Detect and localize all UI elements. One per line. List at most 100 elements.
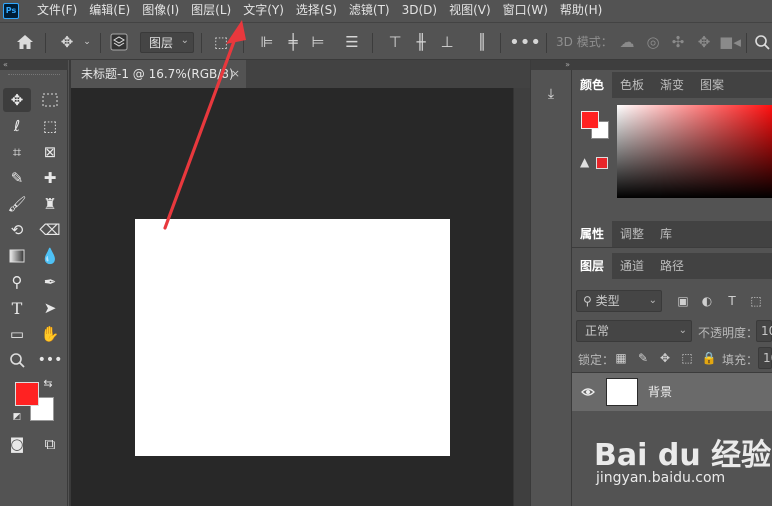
menu-window[interactable]: 窗口(W) <box>497 0 554 21</box>
move-tool-icon[interactable]: ✥ <box>55 23 79 61</box>
3d-slide-icon[interactable]: ✥ <box>693 23 715 61</box>
menu-3d[interactable]: 3D(D) <box>396 0 443 21</box>
move-tool-icon[interactable]: ✥ <box>3 88 31 112</box>
tab-libraries[interactable]: 库 <box>652 221 680 247</box>
lock-image-pixels-icon[interactable]: ✎ <box>634 349 652 367</box>
pen-tool-icon[interactable]: ✒ <box>36 270 64 294</box>
lasso-tool-icon[interactable]: ℓ <box>3 114 31 138</box>
layer-name[interactable]: 背景 <box>648 373 672 411</box>
align-top-icon[interactable]: ⊤ <box>385 23 405 61</box>
screen-mode-icon[interactable]: ⧉ <box>36 432 64 456</box>
document-tab[interactable]: 未标题-1 @ 16.7%(RGB/8) × <box>71 60 246 88</box>
align-horizontal-center-icon[interactable]: ╪ <box>283 23 303 61</box>
filter-shape-icon[interactable]: ⬚ <box>746 290 766 312</box>
menu-select[interactable]: 选择(S) <box>290 0 343 21</box>
filter-pixel-icon[interactable]: ▣ <box>673 290 693 312</box>
canvas-workspace[interactable] <box>71 88 513 506</box>
object-selection-icon[interactable]: ⬚ <box>36 114 64 138</box>
chevron-down-icon[interactable]: ⌄ <box>80 23 94 61</box>
vertical-scrollbar[interactable] <box>513 88 530 506</box>
tab-patterns[interactable]: 图案 <box>692 72 732 98</box>
clone-stamp-icon[interactable]: ♜ <box>36 192 64 216</box>
lock-artboard-icon[interactable]: ⬚ <box>678 349 696 367</box>
distribute-horizontal-icon[interactable]: ║ <box>472 23 492 61</box>
menu-edit[interactable]: 编辑(E) <box>83 0 136 21</box>
eraser-tool-icon[interactable]: ⌫ <box>36 218 64 242</box>
history-brush-icon[interactable]: ⟲ <box>3 218 31 242</box>
gradient-tool-icon[interactable] <box>3 244 31 268</box>
path-selection-icon[interactable]: ➤ <box>36 296 64 320</box>
gamut-correction-swatch[interactable] <box>596 157 608 169</box>
3d-orbit-icon[interactable]: ☁ <box>616 23 638 61</box>
3d-mode-label: 3D 模式： <box>556 35 613 49</box>
layer-filter-dropdown[interactable]: ⚲ 类型 ⌄ <box>576 290 662 312</box>
tab-swatches[interactable]: 色板 <box>612 72 652 98</box>
tab-gradients[interactable]: 渐变 <box>652 72 692 98</box>
hand-tool-icon[interactable]: ✋ <box>36 322 64 346</box>
foreground-color-swatch[interactable] <box>15 382 39 406</box>
auto-select-layers-icon[interactable] <box>107 23 131 61</box>
menu-type[interactable]: 文字(Y) <box>237 0 290 21</box>
healing-brush-icon[interactable]: ✚ <box>36 166 64 190</box>
menu-help[interactable]: 帮助(H) <box>554 0 608 21</box>
baidu-jingyan-watermark: Bai du 经验 jingyan.baidu.com <box>590 430 772 500</box>
3d-camera-icon[interactable]: ■◂ <box>719 23 741 61</box>
3d-pan-icon[interactable]: ✣ <box>667 23 689 61</box>
brush-tool-icon[interactable]: 🖌 <box>3 192 31 216</box>
menu-file[interactable]: 文件(F) <box>31 0 83 21</box>
align-right-icon[interactable]: ⊨ <box>308 23 328 61</box>
align-vertical-center-icon[interactable]: ╫ <box>411 23 431 61</box>
menu-view[interactable]: 视图(V) <box>443 0 497 21</box>
type-tool-icon[interactable]: T <box>3 296 31 320</box>
menu-image[interactable]: 图像(I) <box>136 0 185 21</box>
eyedropper-icon[interactable]: ✎ <box>3 166 31 190</box>
tab-layers[interactable]: 图层 <box>572 253 613 279</box>
tab-paths[interactable]: 路径 <box>652 253 692 279</box>
eye-icon[interactable] <box>577 373 599 411</box>
panel-foreground-color[interactable] <box>581 111 599 129</box>
tab-channels[interactable]: 通道 <box>612 253 652 279</box>
edit-toolbar-icon[interactable]: ••• <box>36 348 64 372</box>
quick-mask-icon[interactable]: ◙ <box>3 432 31 456</box>
align-left-icon[interactable]: ⊫ <box>257 23 277 61</box>
menu-filter[interactable]: 滤镜(T) <box>343 0 396 21</box>
tab-color[interactable]: 颜色 <box>572 72 613 98</box>
zoom-tool-icon[interactable] <box>3 348 31 372</box>
tab-properties[interactable]: 属性 <box>572 221 613 247</box>
collapse-dock-icon[interactable]: » <box>531 60 573 70</box>
color-spectrum-field[interactable] <box>617 105 772 198</box>
3d-roll-icon[interactable]: ◎ <box>642 23 664 61</box>
fill-input[interactable]: 10 <box>758 347 772 369</box>
filter-type-icon[interactable]: T <box>722 290 742 312</box>
close-icon[interactable]: × <box>231 60 240 88</box>
collapse-toolbar-icon[interactable]: « <box>0 60 68 70</box>
tab-adjustments[interactable]: 调整 <box>612 221 652 247</box>
home-icon[interactable] <box>12 23 38 61</box>
more-options-icon[interactable]: ••• <box>509 23 541 61</box>
menu-layer[interactable]: 图层(L) <box>185 0 237 21</box>
align-bottom-icon[interactable]: ⊥ <box>437 23 457 61</box>
crop-tool-icon[interactable]: ⌗ <box>3 140 31 164</box>
history-panel-icon[interactable]: ⤓ <box>539 82 563 106</box>
dodge-tool-icon[interactable]: ⚲ <box>3 270 31 294</box>
auto-select-dropdown[interactable]: 图层 ⌄ <box>140 32 194 53</box>
swap-colors-icon[interactable]: ⇆ <box>40 376 56 390</box>
search-icon[interactable] <box>752 23 772 61</box>
frame-tool-icon[interactable]: ⊠ <box>36 140 64 164</box>
blend-mode-dropdown[interactable]: 正常 ⌄ <box>576 320 692 342</box>
blur-tool-icon[interactable]: 💧 <box>36 244 64 268</box>
transform-controls-icon[interactable]: ⬚ <box>210 23 232 61</box>
layer-row[interactable]: 背景 <box>572 373 772 411</box>
lock-all-icon[interactable]: 🔒 <box>700 349 718 367</box>
rectangle-tool-icon[interactable]: ▭ <box>3 322 31 346</box>
panel-grip[interactable] <box>8 74 60 77</box>
rectangular-marquee-icon[interactable] <box>36 88 64 112</box>
lock-transparent-pixels-icon[interactable]: ▦ <box>612 349 630 367</box>
opacity-input[interactable]: 10 <box>756 320 772 342</box>
filter-adjustment-icon[interactable]: ◐ <box>697 290 717 312</box>
distribute-vertical-icon[interactable]: ☰ <box>342 23 362 61</box>
lock-position-icon[interactable]: ✥ <box>656 349 674 367</box>
document-canvas[interactable] <box>135 219 450 456</box>
collapse-panels-strip[interactable] <box>572 60 772 70</box>
default-colors-icon[interactable]: ◩ <box>10 410 24 424</box>
